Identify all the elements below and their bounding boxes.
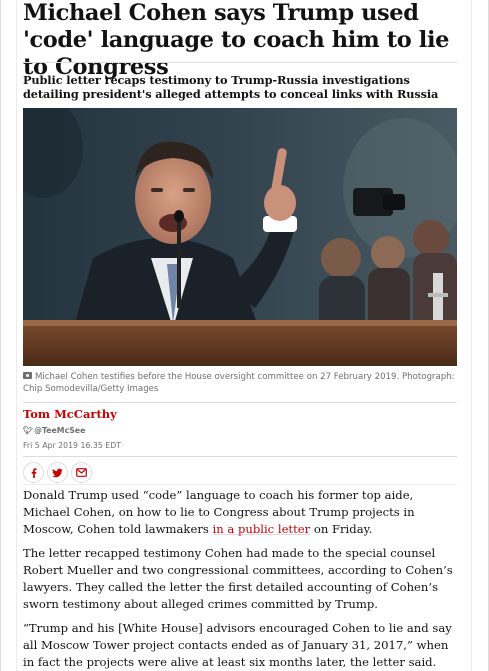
twitter-share-button[interactable] <box>47 462 68 483</box>
twitter-handle: @TeeMcSee <box>34 426 86 435</box>
divider <box>23 62 457 63</box>
headline: Michael Cohen says Trump used 'code' lan… <box>23 0 450 80</box>
public-letter-link[interactable]: in a public letter <box>213 522 311 536</box>
photo-illustration <box>23 108 457 366</box>
divider <box>23 456 457 457</box>
facebook-icon <box>31 467 36 478</box>
twitter-icon <box>52 468 63 477</box>
twitter-bird-icon: 🐦︎ <box>23 426 34 435</box>
publish-date: Fri 5 Apr 2019 16.35 EDT <box>23 441 121 450</box>
divider <box>23 402 457 403</box>
author-link[interactable]: Tom McCarthy <box>23 407 117 421</box>
article-page: Michael Cohen says Trump used 'code' lan… <box>0 0 489 671</box>
right-gutter-line <box>471 0 472 671</box>
email-icon <box>76 468 87 477</box>
standfirst: Public letter recaps testimony to Trump-… <box>23 73 439 101</box>
left-gutter-line <box>16 0 17 671</box>
paragraph-text: on Friday. <box>310 522 373 536</box>
twitter-handle-link[interactable]: 🐦︎@TeeMcSee <box>23 426 85 435</box>
divider <box>23 484 457 485</box>
camera-icon <box>23 372 32 379</box>
body-paragraph-2: The letter recapped testimony Cohen had … <box>23 546 453 611</box>
email-share-button[interactable] <box>71 462 92 483</box>
caption-text: Michael Cohen testifies before the House… <box>23 372 455 394</box>
photo-caption: Michael Cohen testifies before the House… <box>23 371 463 395</box>
article-photo[interactable] <box>23 108 457 366</box>
facebook-share-button[interactable] <box>23 462 44 483</box>
body-paragraph-1: Donald Trump used “code” language to coa… <box>23 487 463 538</box>
body-paragraph-3: “Trump and his [White House] advisors en… <box>23 621 452 669</box>
